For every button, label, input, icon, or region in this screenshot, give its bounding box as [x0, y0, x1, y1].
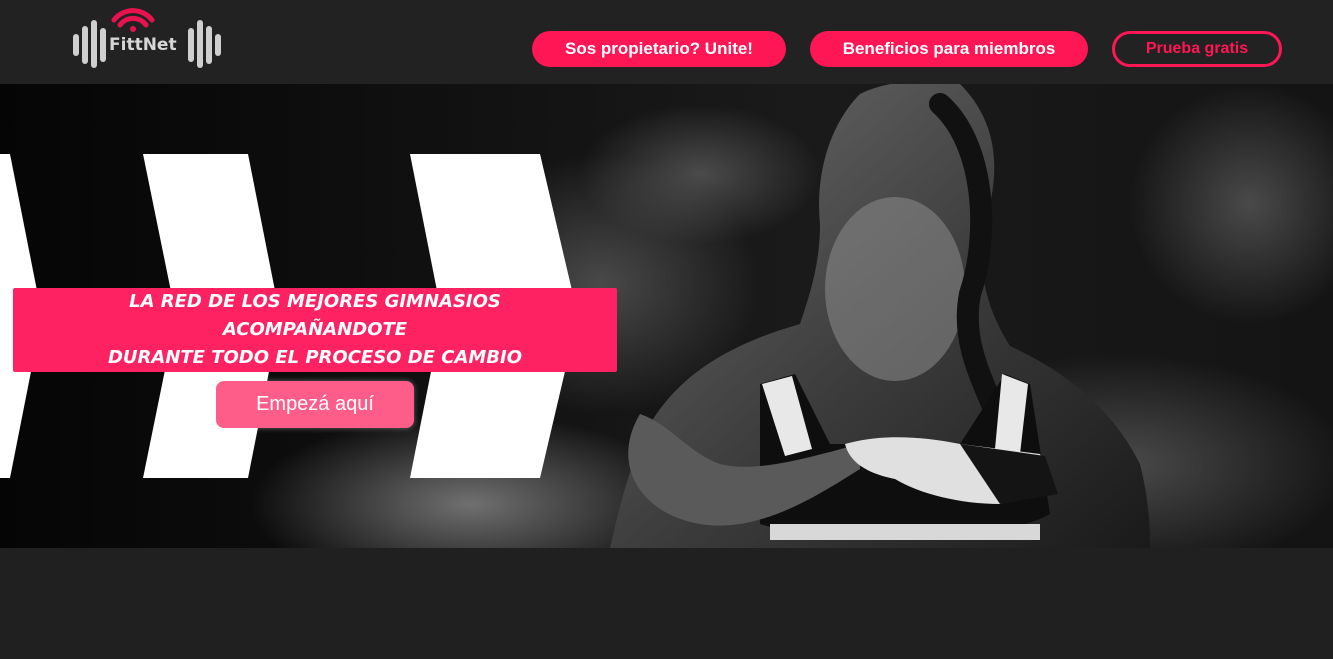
header-bar: FittNet Sos propietario? Unite! Benefici…: [0, 0, 1333, 84]
start-here-button[interactable]: Empezá aquí: [216, 381, 414, 428]
member-benefits-button[interactable]: Beneficios para miembros: [810, 31, 1088, 67]
tagline-line-1: LA RED DE LOS MEJORES GIMNASIOS ACOMPAÑA…: [129, 291, 501, 340]
page-bottom-area: [0, 548, 1333, 659]
owner-join-button[interactable]: Sos propietario? Unite!: [532, 31, 786, 67]
tagline-banner: LA RED DE LOS MEJORES GIMNASIOS ACOMPAÑA…: [13, 288, 617, 372]
tagline-line-2: DURANTE TODO EL PROCESO DE CAMBIO: [107, 347, 523, 368]
free-trial-button[interactable]: Prueba gratis: [1112, 31, 1282, 67]
logo-wordmark: FittNet: [109, 35, 177, 55]
tagline-text: LA RED DE LOS MEJORES GIMNASIOS ACOMPAÑA…: [35, 288, 595, 372]
hero-banner: LA RED DE LOS MEJORES GIMNASIOS ACOMPAÑA…: [0, 84, 1333, 548]
fittnet-logo[interactable]: FittNet: [70, 4, 225, 70]
